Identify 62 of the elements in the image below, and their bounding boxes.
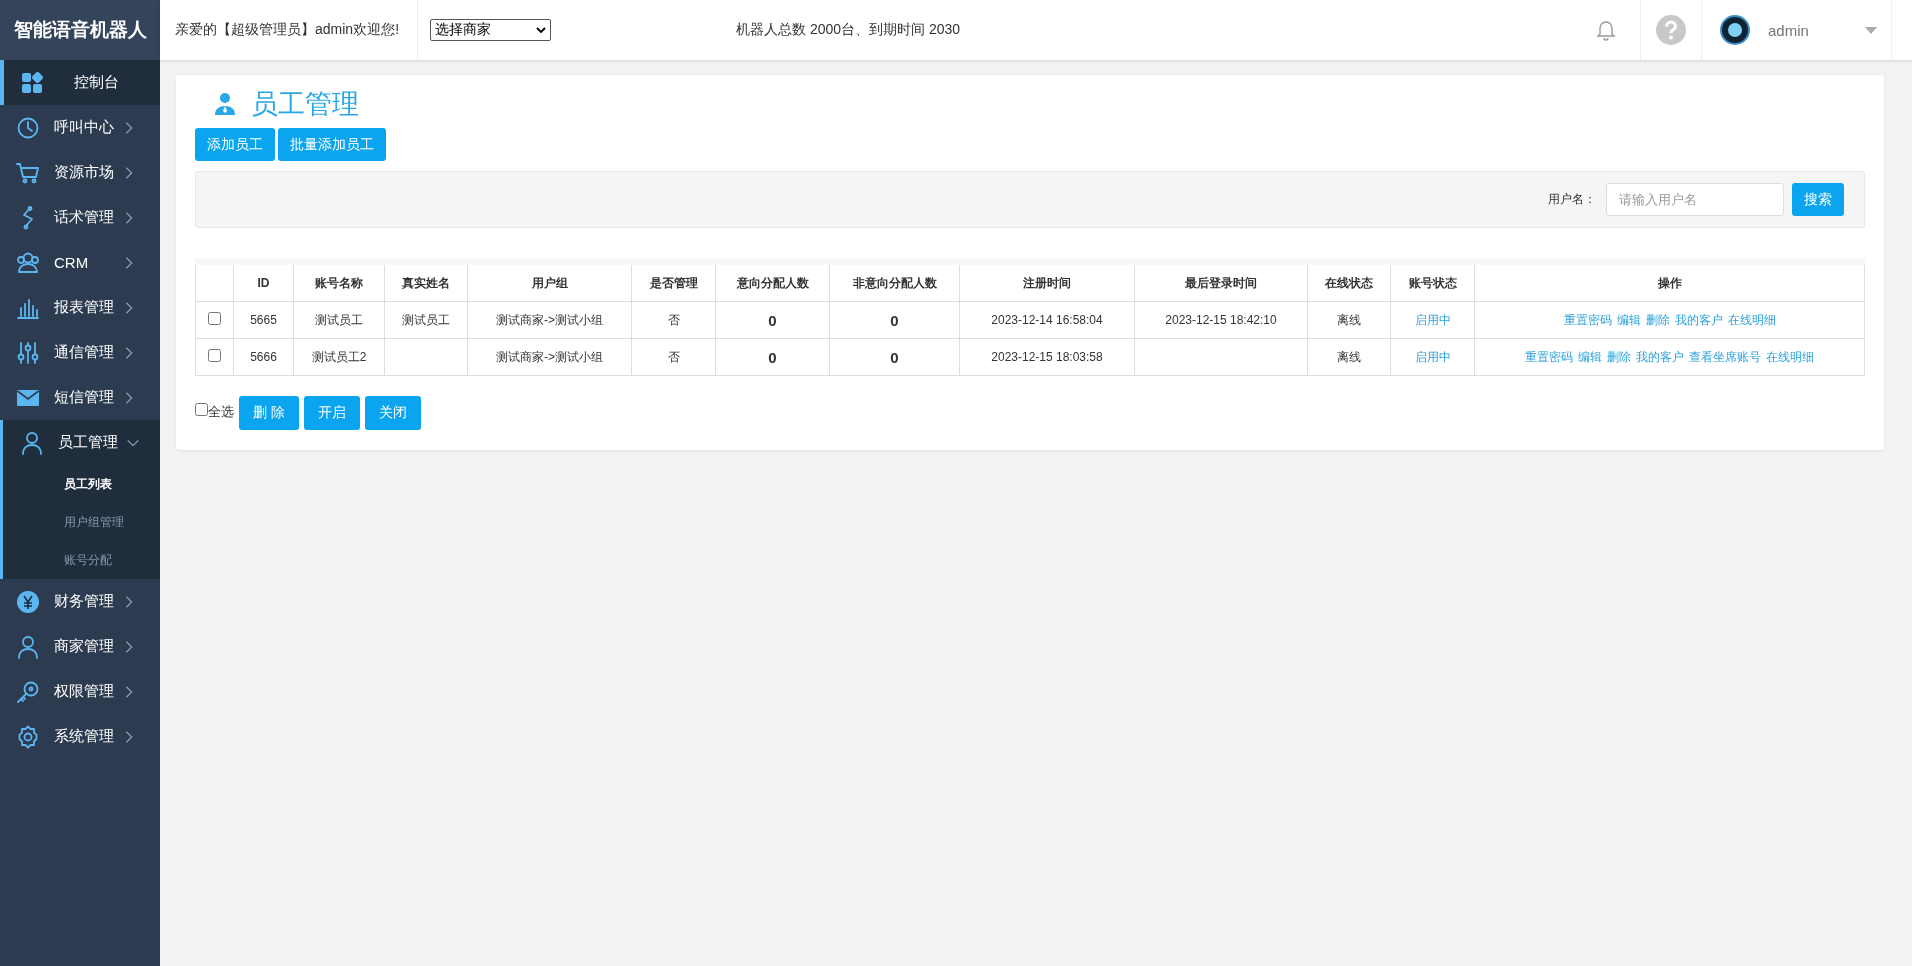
action-link[interactable]: 删除 bbox=[1607, 348, 1631, 366]
search-button[interactable]: 搜索 bbox=[1792, 183, 1844, 216]
status-link[interactable]: 启用中 bbox=[1414, 312, 1451, 327]
sidebar-item[interactable]: 短信管理 bbox=[0, 375, 160, 420]
action-link[interactable]: 查看坐席账号 bbox=[1689, 348, 1761, 366]
merchant-select[interactable]: 选择商家 bbox=[430, 19, 552, 41]
username-field[interactable]: 请输入用户名 bbox=[1606, 183, 1784, 216]
sidebar-item[interactable]: 资源市场 bbox=[0, 150, 160, 195]
sidebar-item[interactable]: 控制台 bbox=[0, 60, 160, 105]
table-cell: 测试商家->测试小组 bbox=[496, 349, 603, 364]
table-cell: 否 bbox=[667, 312, 680, 327]
select-all-label[interactable]: 全选 bbox=[208, 403, 234, 421]
action-link[interactable]: 在线明细 bbox=[1727, 311, 1776, 329]
sidebar-item[interactable]: 员工管理 bbox=[0, 420, 160, 465]
table-cell: 2023-12-15 18:42:10 bbox=[1165, 313, 1277, 327]
submenu-item[interactable]: 账号分配 bbox=[0, 541, 160, 579]
action-link[interactable]: 我的客户 bbox=[1636, 348, 1684, 366]
submenu-item[interactable]: 员工列表 bbox=[0, 465, 160, 503]
welcome-text: 亲爱的【超级管理员】admin欢迎您! bbox=[160, 0, 419, 60]
table-cell: 2023-12-14 16:58:04 bbox=[991, 313, 1103, 327]
action-link[interactable]: 我的客户 bbox=[1674, 311, 1723, 329]
sidebar-item[interactable]: 呼叫中心 bbox=[0, 105, 160, 150]
sidebar-item[interactable]: 权限管理 bbox=[0, 669, 160, 714]
search-label: 用户名： bbox=[1548, 191, 1596, 208]
app-title: 智能语音机器人 bbox=[0, 0, 160, 60]
table-cell: 0 bbox=[768, 311, 777, 329]
table-cell: 5665 bbox=[250, 313, 277, 327]
table-cell: 5666 bbox=[250, 350, 277, 364]
page-title: 员工管理 bbox=[251, 88, 359, 121]
license-info: 机器人总数 2000台、到期时间 2030 bbox=[736, 21, 962, 39]
bulk-action-button[interactable]: 删 除 bbox=[239, 396, 299, 430]
submenu-item[interactable]: 用户组管理 bbox=[0, 503, 160, 541]
table-cell: 否 bbox=[667, 349, 680, 364]
action-link[interactable]: 重置密码 bbox=[1525, 348, 1573, 366]
table-cell: 0 bbox=[768, 348, 777, 366]
sidebar-item[interactable]: 话术管理 bbox=[0, 195, 160, 240]
add-button[interactable]: 批量添加员工 bbox=[278, 128, 386, 161]
table-cell: 测试员工 bbox=[402, 312, 450, 327]
table-cell: 测试员工2 bbox=[311, 349, 367, 364]
table-cell: 2023-12-15 18:03:58 bbox=[991, 350, 1103, 364]
sidebar-item[interactable]: 财务管理 bbox=[0, 579, 160, 624]
action-link[interactable]: 重置密码 bbox=[1563, 311, 1612, 329]
action-link[interactable]: 删除 bbox=[1645, 311, 1670, 329]
table-cell: 离线 bbox=[1337, 349, 1361, 364]
action-link[interactable]: 在线明细 bbox=[1766, 348, 1814, 366]
action-link[interactable]: 编辑 bbox=[1578, 348, 1602, 366]
bulk-action-button[interactable]: 开启 bbox=[303, 396, 360, 430]
sidebar-item[interactable]: 系统管理 bbox=[0, 714, 160, 759]
table-cell: 测试员工 bbox=[315, 312, 363, 327]
add-button[interactable]: 添加员工 bbox=[195, 128, 275, 161]
table-cell: 离线 bbox=[1337, 312, 1361, 327]
user-name[interactable]: admin bbox=[1768, 21, 1847, 39]
table-cell: 测试商家->测试小组 bbox=[496, 312, 603, 327]
table-cell: 0 bbox=[890, 348, 899, 366]
sidebar-item[interactable]: CRM bbox=[0, 240, 160, 285]
sidebar-item[interactable]: 报表管理 bbox=[0, 285, 160, 330]
sidebar-item[interactable]: 商家管理 bbox=[0, 624, 160, 669]
sidebar-item[interactable]: 通信管理 bbox=[0, 330, 160, 375]
table-cell: 0 bbox=[890, 311, 899, 329]
bulk-action-button[interactable]: 关闭 bbox=[364, 396, 421, 430]
action-link[interactable]: 编辑 bbox=[1616, 311, 1641, 329]
status-link[interactable]: 启用中 bbox=[1414, 349, 1451, 364]
